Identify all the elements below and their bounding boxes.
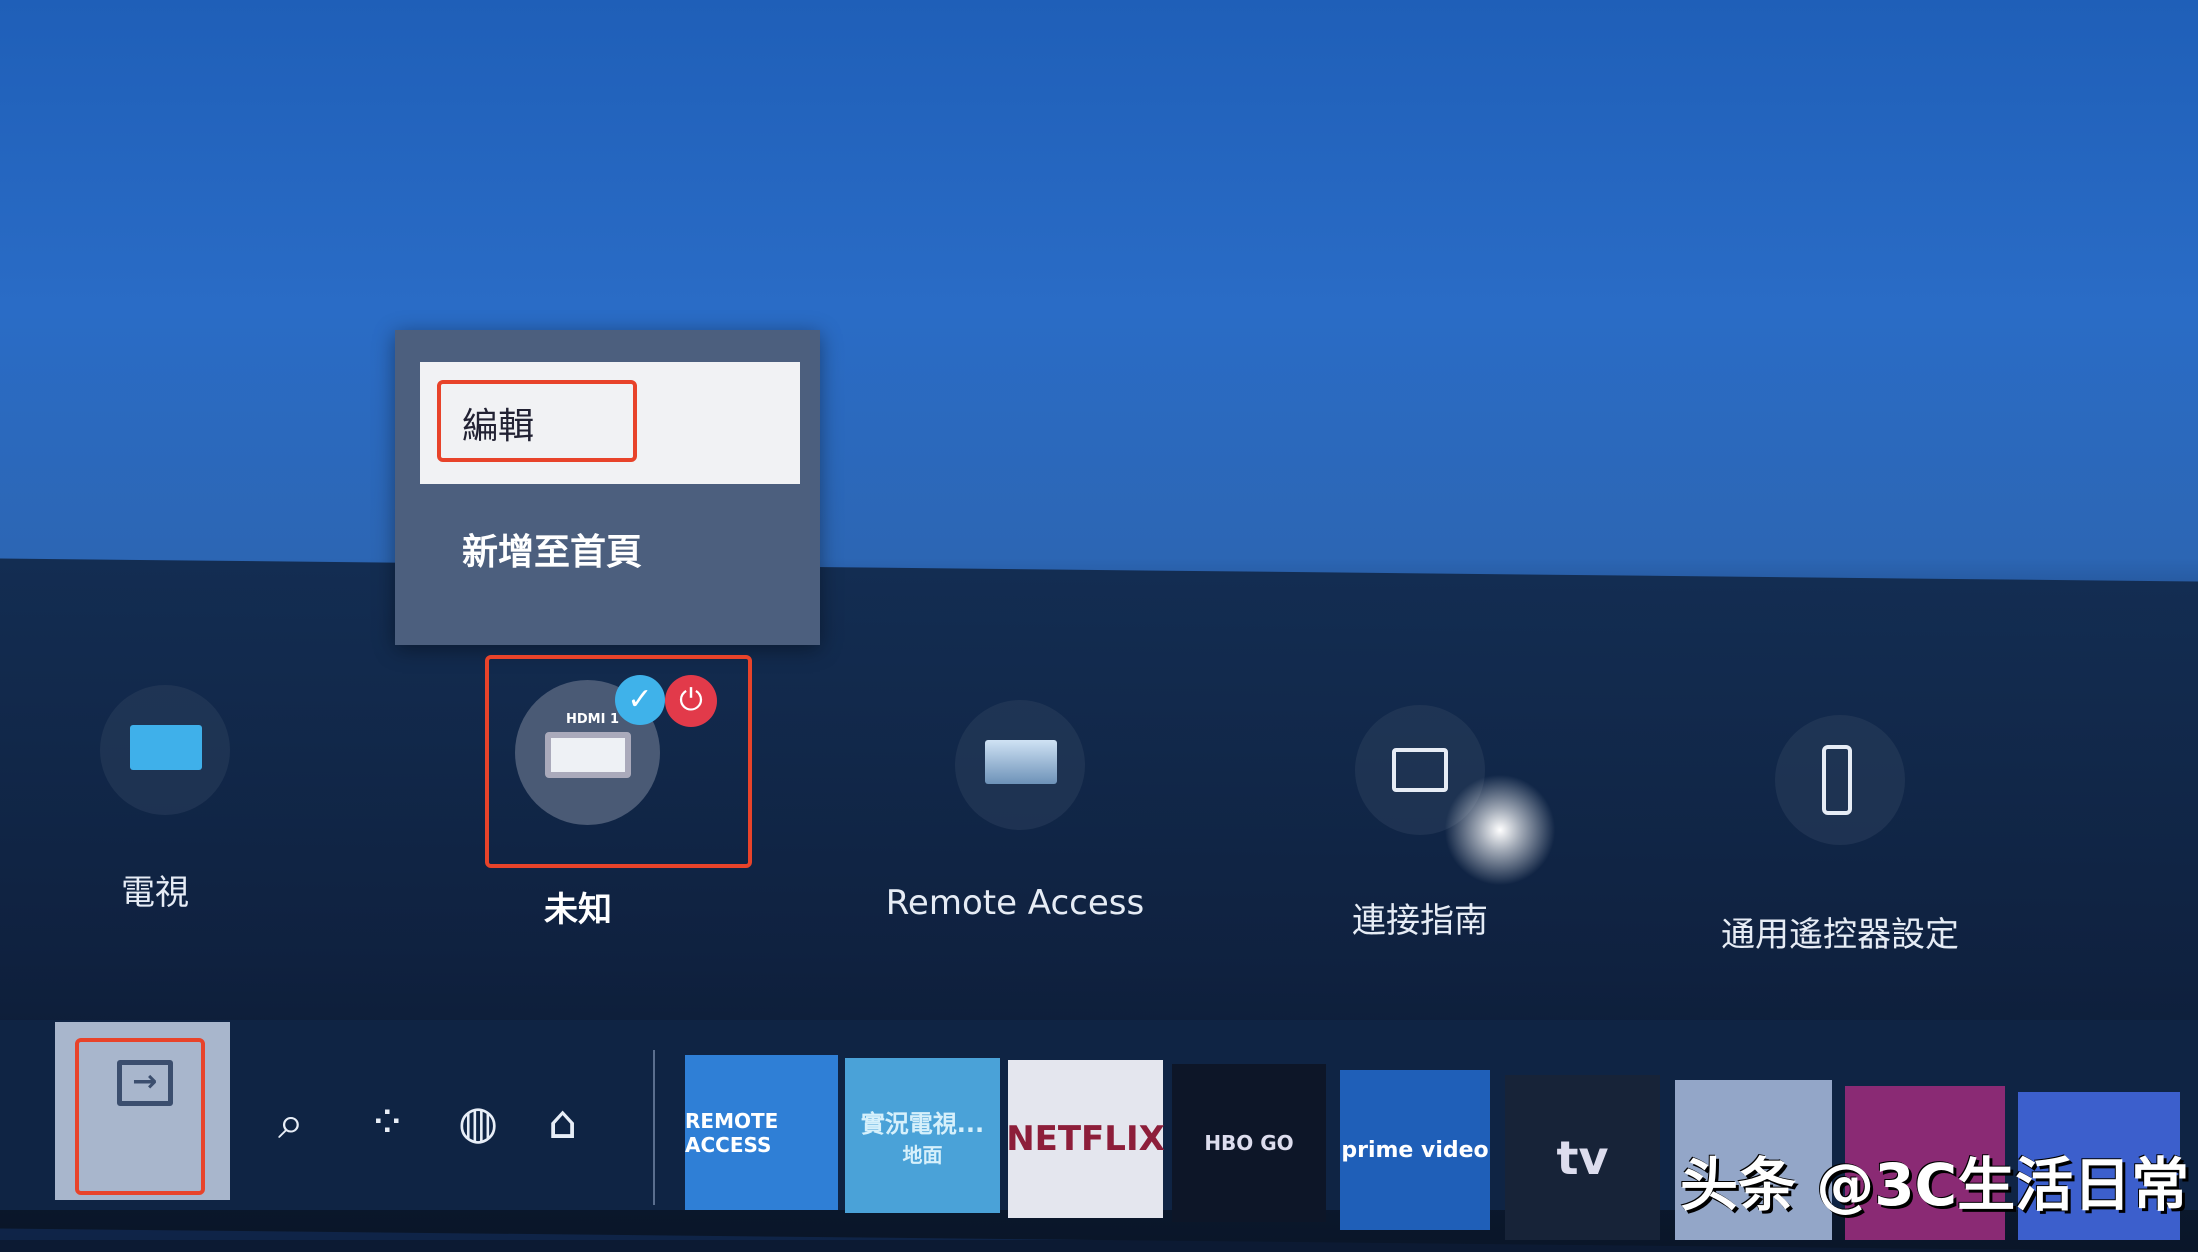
watermark: 头条 @3C生活日常 (1680, 1151, 2190, 1219)
app-sublabel: 地面 (902, 1142, 943, 1167)
app-label: HBO GO (1204, 1131, 1294, 1155)
app-live-tv[interactable]: 實況電視... 地面 (845, 1058, 1000, 1213)
home-icon[interactable]: ⌂ (548, 1095, 598, 1149)
menu-item-label: 新增至首頁 (462, 532, 643, 573)
highlight-box (437, 380, 637, 462)
remote-access-icon (985, 740, 1057, 784)
app-label: 實況電視... (860, 1109, 985, 1138)
ambient-icon[interactable]: ◍ (458, 1095, 508, 1149)
source-label: 連接指南 (1352, 901, 1488, 941)
tv-icon (130, 725, 202, 770)
divider (653, 1050, 655, 1205)
light-glare (1440, 770, 1560, 890)
app-prime-video[interactable]: prime video (1340, 1070, 1490, 1230)
app-netflix[interactable]: NETFLIX (1006, 1060, 1165, 1218)
apps-icon[interactable]: ⁘ (368, 1095, 418, 1149)
app-hbo-go[interactable]: HBO GO (1172, 1064, 1326, 1222)
source-label: 通用遙控器設定 (1721, 915, 1959, 955)
highlight-box (485, 655, 752, 868)
remote-control-icon (1822, 745, 1852, 815)
source-label: Remote Access (885, 883, 1145, 923)
app-label: NETFLIX (1006, 1119, 1165, 1159)
connection-guide-icon (1392, 748, 1448, 792)
source-label: 電視 (121, 873, 189, 913)
menu-item-add-to-home[interactable]: 新增至首頁 (420, 488, 800, 610)
highlight-box (75, 1038, 205, 1195)
app-label: REMOTE ACCESS (685, 1108, 779, 1157)
app-label: prime video (1341, 1137, 1489, 1163)
context-menu: 編輯 新增至首頁 (395, 330, 820, 645)
search-icon[interactable]: ⌕ (278, 1095, 328, 1149)
source-label: 未知 (544, 890, 612, 930)
app-remote-access[interactable]: REMOTE ACCESS (685, 1055, 838, 1210)
app-apple-tv[interactable]: tv (1505, 1075, 1660, 1240)
app-label: tv (1556, 1130, 1609, 1185)
